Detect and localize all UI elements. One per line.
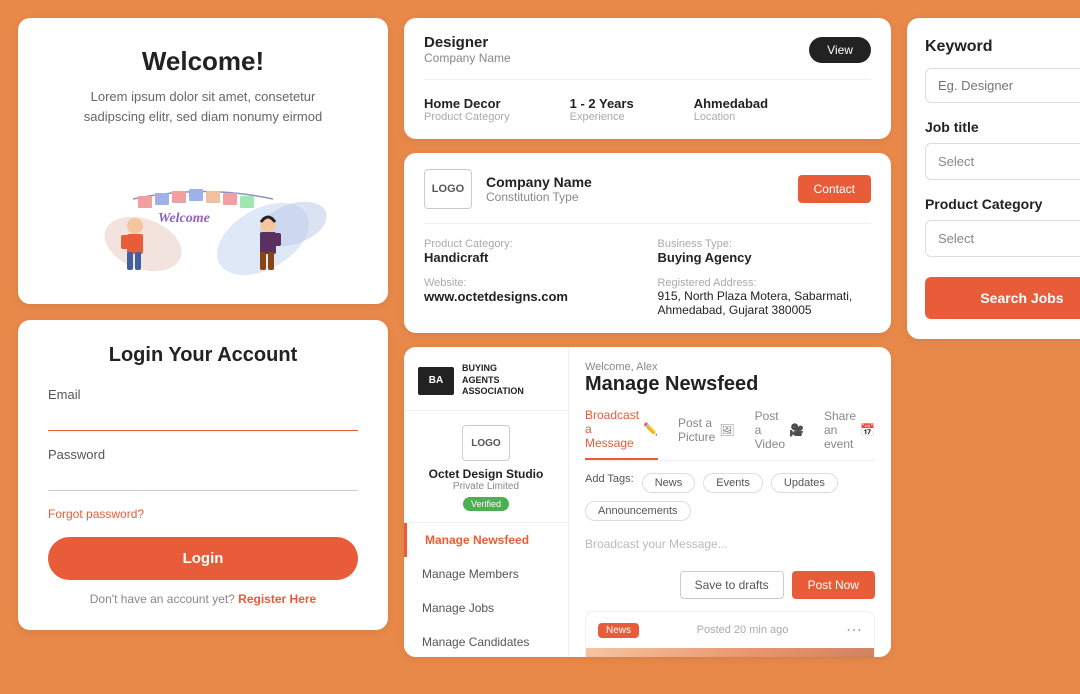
website-detail: Website: www.octetdesigns.com — [424, 277, 637, 317]
newsfeed-card: BA BUYINGAGENTSASSOCIATION LOGO Octet De… — [404, 347, 891, 657]
nf-company-type: Private Limited — [418, 481, 554, 492]
product-category-label: Product Category — [925, 196, 1080, 212]
news-image — [586, 648, 874, 657]
tag-updates[interactable]: Updates — [771, 473, 838, 493]
view-button[interactable]: View — [809, 37, 871, 63]
contact-button[interactable]: Contact — [798, 175, 871, 203]
news-tag: News — [598, 623, 639, 638]
newsfeed-main: Welcome, Alex Manage Newsfeed Broadcast … — [569, 347, 891, 657]
login-button[interactable]: Login — [48, 537, 358, 580]
nf-company-logo: LOGO — [462, 425, 510, 461]
share-event-label: Share an event — [824, 409, 856, 451]
meta-experience: 1 - 2 Years Experience — [570, 94, 634, 123]
address-detail: Registered Address: 915, North Plaza Mot… — [657, 277, 870, 317]
add-tags-label: Add Tags: — [585, 473, 634, 493]
designer-info: Designer Company Name — [424, 34, 511, 65]
calendar-icon: 📅 — [860, 423, 875, 437]
keyword-input[interactable] — [925, 68, 1080, 103]
search-card: Keyword Job title Select ⌄ Product Categ… — [907, 18, 1080, 339]
password-label: Password — [48, 447, 358, 462]
search-jobs-button[interactable]: Search Jobs — [925, 277, 1080, 319]
nf-company-section: LOGO Octet Design Studio Private Limited… — [404, 411, 568, 523]
email-input[interactable] — [48, 406, 358, 431]
middle-column: Designer Company Name View Home Decor Pr… — [404, 18, 891, 659]
sidebar-item-manage-members[interactable]: Manage Members — [404, 557, 568, 591]
news-posted-time: Posted 20 min ago — [697, 624, 789, 636]
sidebar-item-manage-candidates[interactable]: Manage Candidates — [404, 625, 568, 657]
sidebar-item-manage-newsfeed[interactable]: Manage Newsfeed — [404, 523, 568, 557]
company-card: LOGO Company Name Constitution Type Cont… — [404, 153, 891, 333]
login-card: Login Your Account Email Password Forgot… — [18, 320, 388, 630]
newsfeed-tabs: Broadcast a Message ✏️ Post a Picture 🖼 … — [585, 408, 875, 461]
product-category-select[interactable]: Select ⌄ — [925, 220, 1080, 257]
org-logo-area: BA BUYINGAGENTSASSOCIATION — [404, 363, 568, 411]
business-type-detail: Business Type: Buying Agency — [657, 238, 870, 265]
register-link[interactable]: Register Here — [238, 592, 316, 606]
job-title-value: Select — [938, 154, 974, 169]
tag-row: Add Tags: News Events Updates Announceme… — [585, 473, 875, 521]
meta-location: Ahmedabad Location — [694, 94, 768, 123]
welcome-greeting: Welcome, Alex — [585, 361, 875, 373]
product-category-detail: Product Category: Handicraft — [424, 238, 637, 265]
designer-card: Designer Company Name View Home Decor Pr… — [404, 18, 891, 139]
register-prompt: Don't have an account yet? Register Here — [48, 592, 358, 606]
save-draft-button[interactable]: Save to drafts — [680, 571, 784, 599]
video-icon: 🎥 — [789, 423, 804, 437]
broadcast-placeholder[interactable]: Broadcast your Message... — [585, 531, 875, 571]
svg-text:Welcome: Welcome — [158, 211, 210, 226]
tab-post-video[interactable]: Post a Video 🎥 — [755, 408, 804, 460]
password-group: Password — [48, 447, 358, 491]
company-details: Product Category: Handicraft Business Ty… — [424, 238, 871, 317]
password-input[interactable] — [48, 466, 358, 491]
login-title: Login Your Account — [48, 344, 358, 367]
tag-news[interactable]: News — [642, 473, 696, 493]
email-label: Email — [48, 387, 358, 402]
broadcast-label: Broadcast a Message — [585, 408, 639, 450]
post-video-label: Post a Video — [755, 409, 785, 451]
welcome-subtitle: Lorem ipsum dolor sit amet, consetetur s… — [42, 87, 364, 126]
company-type: Constitution Type — [486, 190, 592, 204]
forgot-password-link[interactable]: Forgot password? — [48, 507, 358, 521]
news-post-header: News Posted 20 min ago ⋯ — [586, 612, 874, 648]
tab-post-picture[interactable]: Post a Picture 🖼 — [678, 408, 735, 460]
product-category-value: Select — [938, 231, 974, 246]
tab-share-event[interactable]: Share an event 📅 — [824, 408, 875, 460]
post-actions: Save to drafts Post Now — [585, 571, 875, 599]
more-options-icon[interactable]: ⋯ — [846, 620, 862, 640]
org-name: BUYINGAGENTSASSOCIATION — [462, 363, 524, 398]
job-title-select[interactable]: Select ⌄ — [925, 143, 1080, 180]
nf-company-name: Octet Design Studio — [418, 467, 554, 481]
meta-category: Home Decor Product Category — [424, 94, 510, 123]
image-icon: 🖼 — [719, 423, 734, 437]
welcome-title: Welcome! — [42, 46, 364, 77]
tag-announcements[interactable]: Announcements — [585, 501, 691, 521]
left-column: Welcome! Lorem ipsum dolor sit amet, con… — [18, 18, 388, 659]
designer-name: Designer — [424, 34, 511, 51]
welcome-illustration: Welcome — [63, 144, 343, 284]
verified-badge: Verified — [463, 497, 509, 511]
tag-events[interactable]: Events — [703, 473, 763, 493]
welcome-card: Welcome! Lorem ipsum dolor sit amet, con… — [18, 18, 388, 304]
right-column: Keyword Job title Select ⌄ Product Categ… — [907, 18, 1080, 659]
newsfeed-sidebar: BA BUYINGAGENTSASSOCIATION LOGO Octet De… — [404, 347, 569, 657]
post-picture-label: Post a Picture — [678, 416, 715, 444]
keyword-label: Keyword — [925, 38, 1080, 56]
email-group: Email — [48, 387, 358, 431]
designer-company: Company Name — [424, 51, 511, 65]
job-title-label: Job title — [925, 119, 1080, 135]
company-name: Company Name — [486, 174, 592, 190]
newsfeed-title: Manage Newsfeed — [585, 373, 875, 396]
org-logo: BA — [418, 367, 454, 395]
company-header: LOGO Company Name Constitution Type Cont… — [424, 169, 871, 209]
company-logo: LOGO — [424, 169, 472, 209]
company-info: Company Name Constitution Type — [486, 174, 592, 204]
designer-meta: Home Decor Product Category 1 - 2 Years … — [424, 94, 871, 123]
tab-broadcast[interactable]: Broadcast a Message ✏️ — [585, 408, 658, 460]
news-post-preview: News Posted 20 min ago ⋯ — [585, 611, 875, 657]
post-now-button[interactable]: Post Now — [792, 571, 875, 599]
pencil-icon: ✏️ — [643, 422, 658, 436]
designer-header: Designer Company Name View — [424, 34, 871, 65]
sidebar-item-manage-jobs[interactable]: Manage Jobs — [404, 591, 568, 625]
